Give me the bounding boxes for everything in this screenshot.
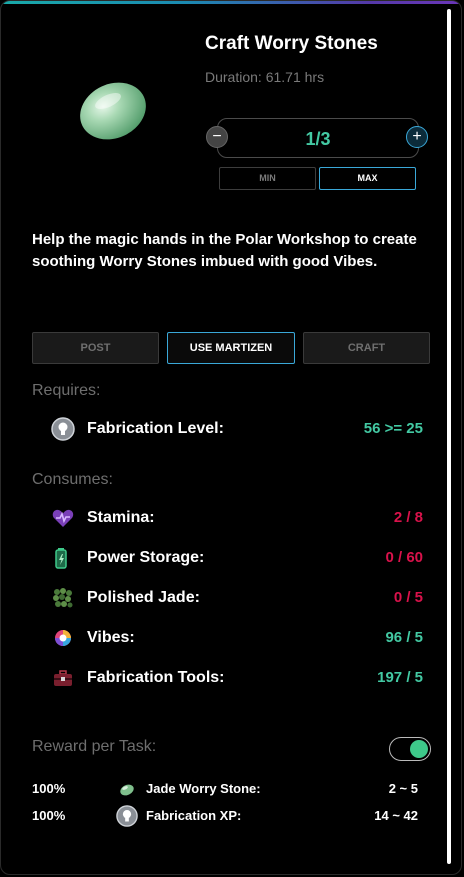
toggle-knob — [410, 740, 428, 758]
consume-row-power-storage: Power Storage: 0 / 60 — [51, 546, 423, 570]
reward-row-fabrication-xp: 100% Fabrication XP: 14 ~ 42 — [32, 805, 418, 827]
min-button[interactable]: MIN — [219, 167, 316, 190]
decrement-button[interactable]: − — [206, 126, 228, 148]
lightbulb-icon — [116, 805, 138, 827]
requirement-value: 56 >= 25 — [363, 420, 423, 437]
consume-row-vibes: Vibes: 96 / 5 — [51, 626, 423, 650]
vibes-icon — [55, 630, 71, 646]
increment-button[interactable]: + — [406, 126, 428, 148]
heart-icon — [52, 509, 74, 527]
reward-label: Reward per Task: — [32, 738, 157, 755]
consume-value: 96 / 5 — [385, 629, 423, 646]
reward-percent: 100% — [32, 808, 66, 823]
reward-range: 14 ~ 42 — [374, 808, 418, 823]
max-button[interactable]: MAX — [319, 167, 416, 190]
reward-percent: 100% — [32, 781, 66, 796]
reward-toggle[interactable] — [389, 737, 431, 761]
consume-name: Power Storage: — [87, 549, 205, 566]
consume-value: 0 / 60 — [385, 549, 423, 566]
consume-row-stamina: Stamina: 2 / 8 — [51, 506, 423, 530]
consumes-label: Consumes: — [32, 471, 113, 488]
post-button[interactable]: POST — [32, 332, 159, 364]
toolbox-icon — [54, 670, 72, 686]
quantity-stepper[interactable]: 1/3 — [217, 118, 419, 158]
consume-value: 2 / 8 — [393, 509, 423, 526]
requirement-name: Fabrication Level: — [87, 420, 224, 437]
jade-stone-icon — [120, 784, 134, 796]
quantity-value: 1/3 — [305, 129, 331, 149]
reward-name: Fabrication XP: — [146, 808, 242, 823]
reward-row-jade-worry-stone: 100% Jade Worry Stone: 2 ~ 5 — [32, 778, 418, 800]
use-martizen-button[interactable]: USE MARTIZEN — [167, 332, 295, 364]
consume-value: 0 / 5 — [393, 589, 423, 606]
reward-range: 2 ~ 5 — [388, 781, 418, 796]
consume-name: Stamina: — [87, 509, 155, 526]
consume-value: 197 / 5 — [377, 669, 423, 686]
consume-name: Vibes: — [87, 629, 135, 646]
lightbulb-icon — [51, 417, 75, 441]
craft-panel: Craft Worry Stones Duration: 61.71 hrs 1… — [0, 0, 462, 875]
consume-name: Fabrication Tools: — [87, 669, 225, 686]
requires-label: Requires: — [32, 382, 101, 399]
worry-stone-image — [80, 82, 146, 140]
page-title: Craft Worry Stones — [205, 33, 378, 54]
description-text: Help the magic hands in the Polar Worksh… — [32, 231, 417, 270]
battery-icon — [55, 548, 67, 569]
reward-name: Jade Worry Stone: — [146, 781, 261, 796]
consume-row-fabrication-tools: Fabrication Tools: 197 / 5 — [51, 666, 423, 690]
scrollbar[interactable] — [447, 9, 451, 864]
consume-row-polished-jade: Polished Jade: 0 / 5 — [51, 586, 423, 610]
jade-icon — [53, 588, 73, 608]
requirement-row: Fabrication Level: 56 >= 25 — [51, 417, 423, 441]
craft-button[interactable]: CRAFT — [303, 332, 430, 364]
consume-name: Polished Jade: — [87, 589, 200, 606]
duration-text: Duration: 61.71 hrs — [205, 69, 325, 85]
